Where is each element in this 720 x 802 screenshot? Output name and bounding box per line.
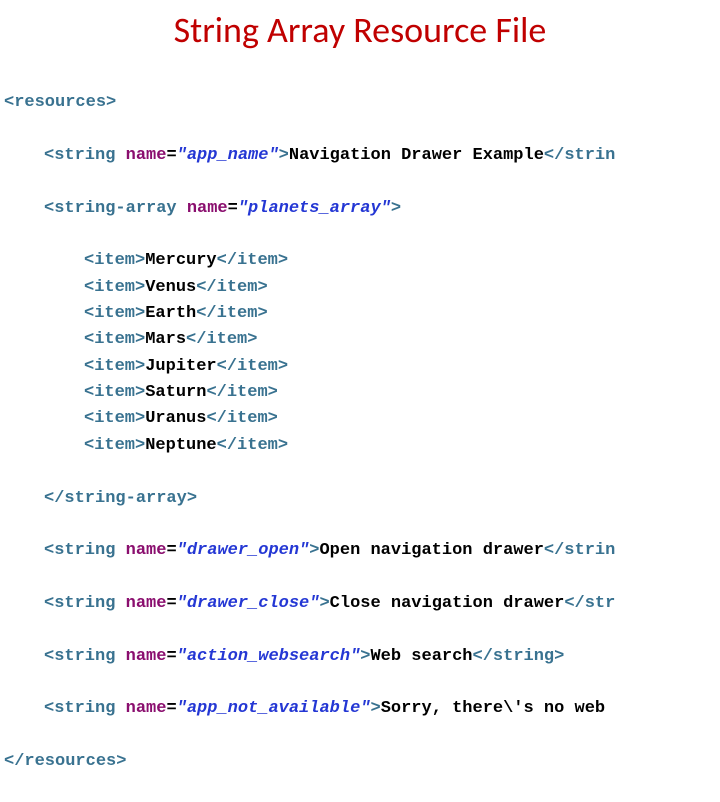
item-line: <item>Neptune</item> [84, 433, 720, 459]
tag-string-open: <string [44, 541, 126, 560]
tag-resources-open: <resources> [4, 93, 116, 112]
item-line: <item>Saturn</item> [84, 380, 720, 406]
tag-item-close: </item> [217, 251, 288, 270]
tag-string-close: </string> [473, 647, 565, 666]
attr-name: name [187, 199, 228, 218]
item-text: Earth [145, 304, 196, 323]
item-text: Mars [145, 330, 186, 349]
item-line: <item>Jupiter</item> [84, 354, 720, 380]
item-text: Uranus [145, 409, 206, 428]
attr-name: name [126, 699, 167, 718]
attr-value-drawer-open: "drawer_open" [177, 541, 310, 560]
attr-name: name [126, 594, 167, 613]
item-line: <item>Uranus</item> [84, 406, 720, 432]
tag-item-close: </item> [217, 436, 288, 455]
tag-item-open: <item> [84, 278, 145, 297]
xml-code-block: <resources> <string name="app_name">Navi… [0, 64, 720, 802]
tag-item-close: </item> [186, 330, 257, 349]
attr-value-planets: "planets_array" [238, 199, 391, 218]
page-title: String Array Resource File [0, 8, 720, 52]
tag-item-open: <item> [84, 383, 145, 402]
item-text: Neptune [145, 436, 216, 455]
tag-item-open: <item> [84, 357, 145, 376]
tag-item-close: </item> [196, 278, 267, 297]
tag-string-array-open: <string-array [44, 199, 187, 218]
tag-string-close-frag: </strin [544, 541, 615, 560]
item-line: <item>Mars</item> [84, 327, 720, 353]
attr-value-app-not-available: "app_not_available" [177, 699, 371, 718]
attr-value-drawer-close: "drawer_close" [177, 594, 320, 613]
item-line: <item>Earth</item> [84, 301, 720, 327]
item-text: Mercury [145, 251, 216, 270]
text-app-name: Navigation Drawer Example [289, 146, 544, 165]
tag-string-open: <string [44, 699, 126, 718]
text-drawer-open: Open navigation drawer [319, 541, 543, 560]
item-text: Saturn [145, 383, 206, 402]
tag-item-close: </item> [217, 357, 288, 376]
attr-name: name [126, 647, 167, 666]
text-action-websearch: Web search [370, 647, 472, 666]
tag-item-open: <item> [84, 436, 145, 455]
tag-item-open: <item> [84, 304, 145, 323]
tag-string-close-frag: </str [564, 594, 615, 613]
item-line: <item>Venus</item> [84, 275, 720, 301]
tag-item-open: <item> [84, 251, 145, 270]
item-text: Venus [145, 278, 196, 297]
text-app-not-available: Sorry, there\'s no web [381, 699, 605, 718]
attr-value-action-websearch: "action_websearch" [177, 647, 361, 666]
attr-name: name [126, 146, 167, 165]
tag-string-open: <string [44, 146, 126, 165]
item-line: <item>Mercury</item> [84, 248, 720, 274]
tag-resources-close: </resources> [4, 752, 126, 771]
tag-item-close: </item> [206, 383, 277, 402]
text-drawer-close: Close navigation drawer [330, 594, 565, 613]
tag-string-close-frag: </strin [544, 146, 615, 165]
tag-item-open: <item> [84, 409, 145, 428]
attr-name: name [126, 541, 167, 560]
tag-item-close: </item> [196, 304, 267, 323]
item-text: Jupiter [145, 357, 216, 376]
attr-value-app-name: "app_name" [177, 146, 279, 165]
tag-string-open: <string [44, 594, 126, 613]
tag-string-array-close: </string-array> [44, 489, 197, 508]
tag-item-open: <item> [84, 330, 145, 349]
tag-string-open: <string [44, 647, 126, 666]
tag-item-close: </item> [206, 409, 277, 428]
